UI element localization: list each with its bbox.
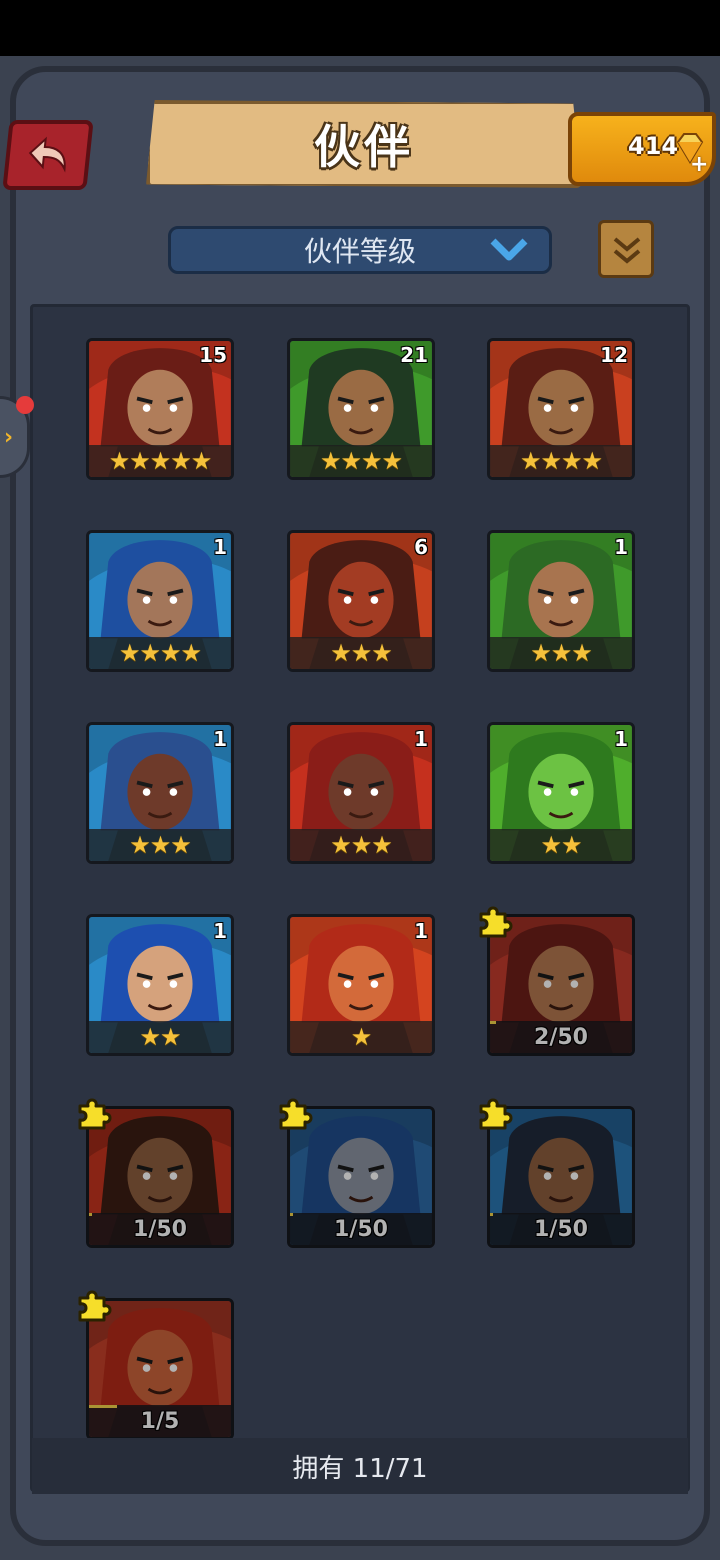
star-rating: ★★ xyxy=(139,1023,181,1051)
partner-card[interactable]: 1 ★ xyxy=(287,914,435,1056)
star-rating-bar: ★★★★ xyxy=(490,445,632,477)
star-rating-bar: ★ xyxy=(290,1021,432,1053)
puzzle-piece-icon xyxy=(479,906,513,938)
partner-card[interactable]: 1 ★★★ xyxy=(287,722,435,864)
partner-level: 1 xyxy=(213,919,227,943)
fragment-progress-fill xyxy=(490,1021,496,1024)
star-rating: ★★★★★ xyxy=(108,447,213,475)
notification-dot xyxy=(16,396,34,414)
fragment-progress-text: 1/50 xyxy=(334,1216,388,1242)
star-rating: ★★ xyxy=(540,831,582,859)
partner-level: 1 xyxy=(213,535,227,559)
star-rating-bar: ★★★★ xyxy=(89,637,231,669)
partner-card[interactable]: 1 ★★★ xyxy=(86,722,234,864)
partner-card[interactable]: 1 ★★★ xyxy=(487,530,635,672)
add-gems-icon[interactable]: + xyxy=(690,152,708,177)
fragment-progress-bar: 2/50 xyxy=(490,1021,632,1053)
partner-card[interactable]: 12 ★★★★ xyxy=(487,338,635,480)
star-rating-bar: ★★★ xyxy=(89,829,231,861)
partner-level: 6 xyxy=(414,535,428,559)
partner-level: 1 xyxy=(614,535,628,559)
sort-dropdown[interactable]: 伙伴等级 xyxy=(168,226,552,274)
chevron-right-icon: › xyxy=(4,425,14,450)
partner-level: 15 xyxy=(199,343,227,367)
fragment-progress-fill xyxy=(89,1213,92,1216)
partner-card[interactable]: 6 ★★★ xyxy=(287,530,435,672)
partner-card[interactable]: 1 ★★ xyxy=(487,722,635,864)
fragment-progress-text: 1/50 xyxy=(133,1216,187,1242)
page-title: 伙伴 xyxy=(314,120,414,174)
gem-count: 414 xyxy=(628,132,679,160)
back-button[interactable] xyxy=(2,120,94,190)
fragment-progress-text: 1/50 xyxy=(534,1216,588,1242)
puzzle-piece-icon xyxy=(479,1098,513,1130)
fragment-progress-fill xyxy=(89,1405,118,1408)
puzzle-piece-icon xyxy=(78,1290,112,1322)
star-rating-bar: ★★ xyxy=(89,1021,231,1053)
star-rating: ★ xyxy=(350,1023,372,1051)
star-rating-bar: ★★★★★ xyxy=(89,445,231,477)
partner-level: 21 xyxy=(400,343,428,367)
fragment-progress-bar: 1/50 xyxy=(290,1213,432,1245)
star-rating: ★★★★ xyxy=(519,447,603,475)
puzzle-piece-icon xyxy=(279,1098,313,1130)
chevron-down-icon xyxy=(490,238,528,261)
partner-card[interactable]: 1 ★★ xyxy=(86,914,234,1056)
footer-bar: 拥有 11/71 xyxy=(32,1438,688,1494)
partner-level: 1 xyxy=(614,727,628,751)
fragment-progress-bar: 1/5 xyxy=(89,1405,231,1437)
star-rating-bar: ★★★ xyxy=(290,829,432,861)
puzzle-piece-icon xyxy=(78,1098,112,1130)
star-rating: ★★★ xyxy=(330,639,393,667)
partner-card[interactable]: 1 ★★★★ xyxy=(86,530,234,672)
title-banner: 伙伴 xyxy=(146,100,582,188)
collapse-toggle-button[interactable] xyxy=(598,220,654,278)
star-rating: ★★★ xyxy=(129,831,192,859)
fragment-progress-text: 2/50 xyxy=(534,1024,588,1050)
star-rating-bar: ★★★ xyxy=(490,637,632,669)
fragment-progress-fill xyxy=(290,1213,293,1216)
partner-card[interactable]: 15 ★★★★★ xyxy=(86,338,234,480)
fragment-progress-fill xyxy=(490,1213,493,1216)
sort-dropdown-label: 伙伴等级 xyxy=(303,235,416,268)
partner-level: 12 xyxy=(600,343,628,367)
fragment-progress-bar: 1/50 xyxy=(89,1213,231,1245)
partner-card[interactable]: 21 ★★★★ xyxy=(287,338,435,480)
star-rating: ★★★ xyxy=(530,639,593,667)
fragment-progress-text: 1/5 xyxy=(140,1408,180,1434)
star-rating: ★★★ xyxy=(330,831,393,859)
partner-level: 1 xyxy=(414,919,428,943)
status-bar xyxy=(0,0,720,56)
back-arrow-icon xyxy=(28,136,66,173)
star-rating-bar: ★★★ xyxy=(290,637,432,669)
star-rating-bar: ★★★★ xyxy=(290,445,432,477)
gem-counter[interactable]: 414 + xyxy=(568,112,716,186)
star-rating: ★★★★ xyxy=(118,639,202,667)
owned-count: 拥有 11/71 xyxy=(292,1453,428,1484)
star-rating: ★★★★ xyxy=(319,447,403,475)
fragment-progress-bar: 1/50 xyxy=(490,1213,632,1245)
partner-level: 1 xyxy=(414,727,428,751)
star-rating-bar: ★★ xyxy=(490,829,632,861)
double-chevron-down-icon xyxy=(613,237,641,264)
partner-level: 1 xyxy=(213,727,227,751)
